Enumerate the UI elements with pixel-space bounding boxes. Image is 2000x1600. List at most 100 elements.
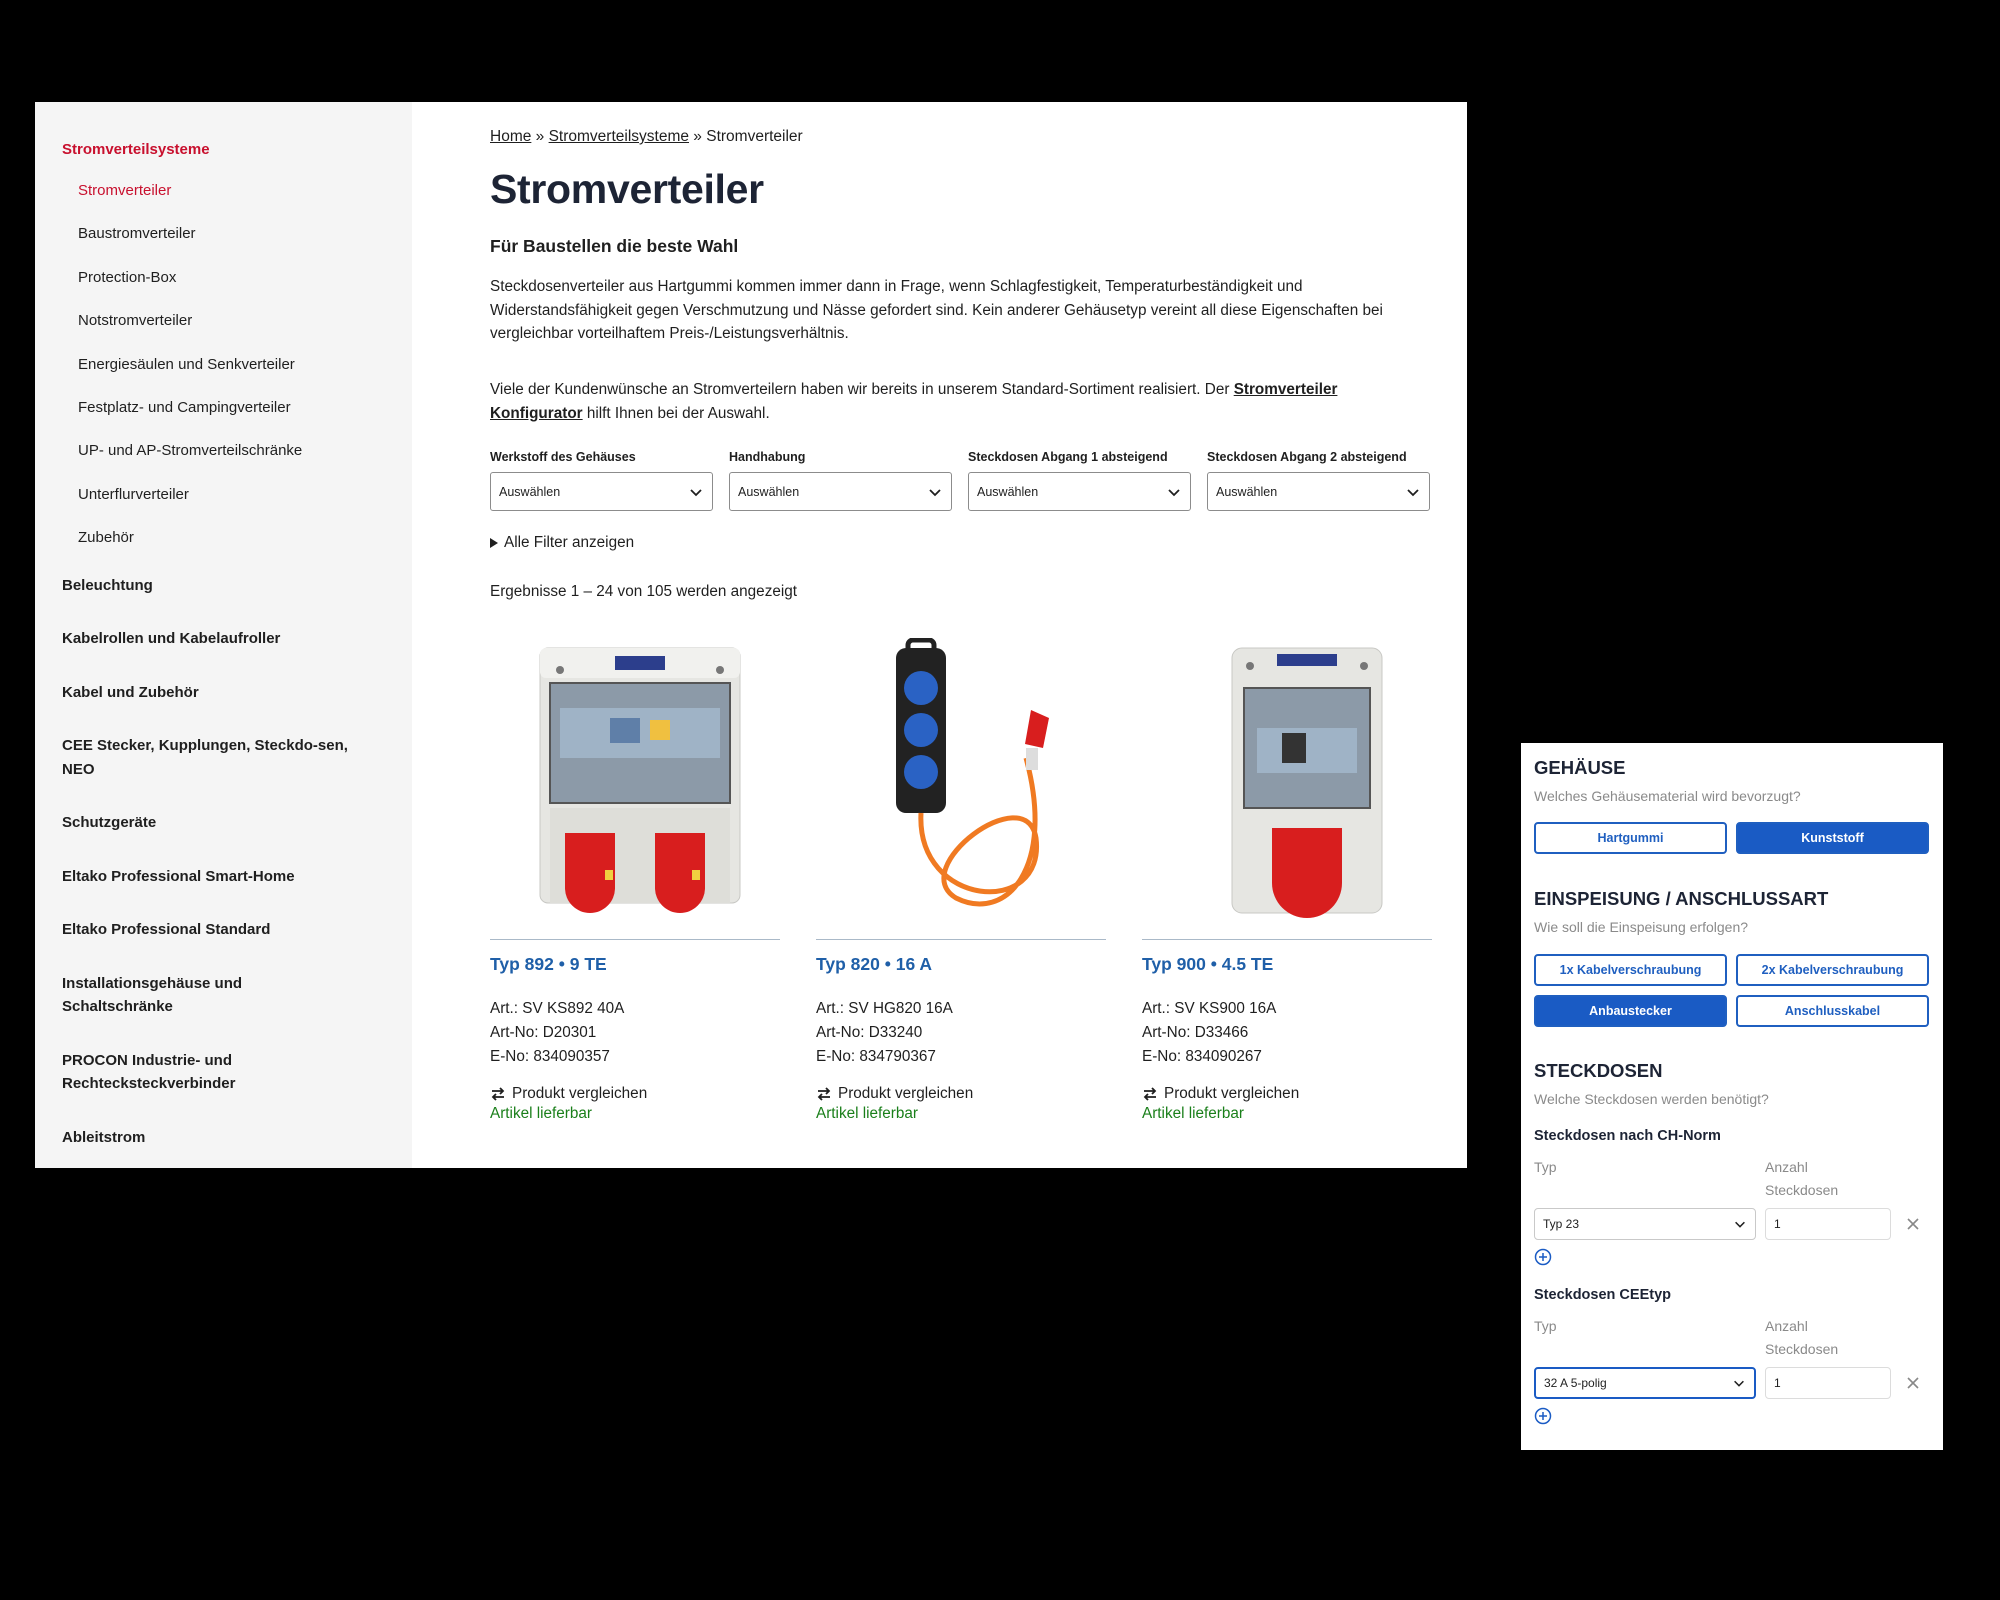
close-icon[interactable] bbox=[1905, 1375, 1921, 1391]
stock-status: Artikel lieferbar bbox=[490, 1105, 593, 1122]
filter-handhabung: Handhabung Auswählen bbox=[729, 450, 952, 511]
filter-abgang-1-select[interactable]: Auswählen bbox=[968, 472, 1191, 511]
configurator-panel: GEHÄUSE Welches Gehäusematerial wird bev… bbox=[1521, 743, 1943, 1450]
sidebar-category-installationsgehaeuse[interactable]: Installationsgehäuse und Schaltschränke bbox=[35, 972, 412, 1019]
close-icon[interactable] bbox=[1905, 1216, 1921, 1232]
product-art: Art.: SV KS892 40A bbox=[490, 1000, 625, 1017]
filter-handhabung-select[interactable]: Auswählen bbox=[729, 472, 952, 511]
disclosure-triangle-icon bbox=[490, 538, 498, 548]
product-art: Art.: SV KS900 16A bbox=[1142, 1000, 1277, 1017]
sidebar-category-schutzgeraete[interactable]: Schutzgeräte bbox=[35, 811, 412, 835]
compare-label: Produkt vergleichen bbox=[838, 1085, 974, 1102]
product-card: Typ 900 • 4.5 TE Art.: SV KS900 16A Art-… bbox=[1142, 626, 1432, 1123]
breadcrumb-separator: » bbox=[531, 128, 549, 145]
chevron-down-icon bbox=[929, 488, 941, 496]
product-image[interactable] bbox=[816, 626, 1106, 940]
filter-abgang-1: Steckdosen Abgang 1 absteigend Auswählen bbox=[968, 450, 1191, 511]
product-card: Typ 892 • 9 TE Art.: SV KS892 40A Art-No… bbox=[490, 626, 780, 1123]
sidebar-category-kabel[interactable]: Kabel und Zubehör bbox=[35, 681, 412, 705]
add-circle-icon[interactable] bbox=[1534, 1248, 1552, 1266]
breadcrumb-separator: » bbox=[689, 128, 707, 145]
chevron-down-icon bbox=[690, 488, 702, 496]
product-art-no: Art-No: D33466 bbox=[1142, 1024, 1249, 1041]
compare-arrows-icon bbox=[817, 1087, 831, 1101]
sidebar-category-kabelrollen[interactable]: Kabelrollen und Kabelaufroller bbox=[35, 627, 412, 651]
feed-question: Wie soll die Einspeisung erfolgen? bbox=[1534, 919, 1749, 935]
housing-hartgummi-button[interactable]: Hartgummi bbox=[1534, 822, 1727, 854]
page-title: Stromverteiler bbox=[490, 166, 764, 212]
sidebar-item-protection-box[interactable]: Protection-Box bbox=[35, 268, 412, 311]
filter-label: Werkstoff des Gehäuses bbox=[490, 450, 636, 464]
product-title-link[interactable]: Typ 892 • 9 TE bbox=[490, 954, 780, 975]
all-filters-toggle[interactable]: Alle Filter anzeigen bbox=[490, 534, 634, 552]
cee-type-select[interactable]: 32 A 5-polig bbox=[1534, 1367, 1756, 1399]
product-e-no: E-No: 834790367 bbox=[816, 1048, 936, 1065]
product-art-no: Art-No: D33240 bbox=[816, 1024, 923, 1041]
sidebar-category-eltako-smart-home[interactable]: Eltako Professional Smart-Home bbox=[35, 865, 412, 889]
product-image[interactable] bbox=[1142, 626, 1432, 940]
filter-select-value: Auswählen bbox=[499, 484, 561, 499]
chevron-down-icon bbox=[1407, 488, 1419, 496]
all-filters-label: Alle Filter anzeigen bbox=[504, 534, 635, 551]
breadcrumb-stromverteilsysteme-link[interactable]: Stromverteilsysteme bbox=[549, 128, 689, 145]
stock-status: Artikel lieferbar bbox=[1142, 1105, 1245, 1122]
feed-1x-kabelverschraubung-button[interactable]: 1x Kabelverschraubung bbox=[1534, 954, 1727, 986]
product-image[interactable] bbox=[490, 626, 780, 940]
distribution-box-image bbox=[1231, 647, 1383, 918]
filter-bar: Werkstoff des Gehäuses Auswählen Handhab… bbox=[490, 450, 1430, 511]
sidebar-item-notstromverteiler[interactable]: Notstromverteiler bbox=[35, 311, 412, 354]
sidebar-category-procon[interactable]: PROCON Industrie- und Rechtecksteckverbi… bbox=[35, 1049, 412, 1096]
compare-label: Produkt vergleichen bbox=[1164, 1085, 1300, 1102]
chevron-down-icon bbox=[1168, 488, 1180, 496]
cee-heading: Steckdosen CEEtyp bbox=[1534, 1287, 1671, 1303]
socket-strip-image bbox=[896, 637, 1049, 906]
sidebar-item-unterflurverteiler[interactable]: Unterflurverteiler bbox=[35, 485, 412, 528]
product-title-link[interactable]: Typ 900 • 4.5 TE bbox=[1142, 954, 1432, 975]
sidebar-item-stromverteiler[interactable]: Stromverteiler bbox=[35, 181, 412, 224]
cee-type-value: 32 A 5-polig bbox=[1544, 1376, 1607, 1390]
results-count: Ergebnisse 1 – 24 von 105 werden angezei… bbox=[490, 583, 798, 600]
feed-anschlusskabel-button[interactable]: Anschlusskabel bbox=[1736, 995, 1929, 1027]
sidebar-category-beleuchtung[interactable]: Beleuchtung bbox=[35, 574, 412, 598]
sidebar-item-zubehoer[interactable]: Zubehör bbox=[35, 528, 412, 571]
category-sidebar: Stromverteilsysteme Stromverteiler Baust… bbox=[35, 102, 412, 1168]
sidebar-sub-list: Stromverteiler Baustromverteiler Protect… bbox=[35, 181, 412, 572]
sidebar-item-festplatz[interactable]: Festplatz- und Campingverteiler bbox=[35, 398, 412, 441]
breadcrumb-home-link[interactable]: Home bbox=[490, 128, 531, 145]
compare-product-link[interactable]: Produkt vergleichen bbox=[490, 1085, 780, 1103]
sidebar-category-ableitstrom[interactable]: Ableitstrom bbox=[35, 1126, 412, 1150]
feed-2x-kabelverschraubung-button[interactable]: 2x Kabelverschraubung bbox=[1736, 954, 1929, 986]
product-meta: Art.: SV KS892 40A Art-No: D20301 E-No: … bbox=[490, 997, 780, 1069]
sidebar-section-stromverteilsysteme[interactable]: Stromverteilsysteme bbox=[35, 138, 412, 161]
sidebar-category-eltako-standard[interactable]: Eltako Professional Standard bbox=[35, 918, 412, 942]
sockets-heading: STECKDOSEN bbox=[1534, 1060, 1663, 1081]
add-circle-icon[interactable] bbox=[1534, 1407, 1552, 1425]
compare-product-link[interactable]: Produkt vergleichen bbox=[816, 1085, 1106, 1103]
breadcrumb-current: Stromverteiler bbox=[706, 128, 803, 145]
compare-product-link[interactable]: Produkt vergleichen bbox=[1142, 1085, 1432, 1103]
feed-anbaustecker-button[interactable]: Anbaustecker bbox=[1534, 995, 1727, 1027]
intro-paragraph: Steckdosenverteiler aus Hartgummi kommen… bbox=[490, 278, 1383, 342]
chevron-down-icon bbox=[1735, 1221, 1745, 1228]
product-title-link[interactable]: Typ 820 • 16 A bbox=[816, 954, 1106, 975]
sidebar-item-up-ap[interactable]: UP- und AP-Stromverteilschränke bbox=[35, 441, 412, 484]
cee-count-label-line: Anzahl bbox=[1765, 1318, 1808, 1334]
filter-label: Handhabung bbox=[729, 450, 806, 464]
compare-arrows-icon bbox=[491, 1087, 505, 1101]
cee-count-label-line: Steckdosen bbox=[1765, 1340, 1839, 1357]
sidebar-item-baustromverteiler[interactable]: Baustromverteiler bbox=[35, 224, 412, 267]
feed-heading: EINSPEISUNG / ANSCHLUSSART bbox=[1534, 888, 1829, 909]
sidebar-item-energiesaeulen[interactable]: Energiesäulen und Senkverteiler bbox=[35, 355, 412, 398]
sidebar-category-cee[interactable]: CEE Stecker, Kupplungen, Steckdo-sen, NE… bbox=[35, 734, 412, 781]
housing-kunststoff-button[interactable]: Kunststoff bbox=[1736, 822, 1929, 854]
filter-abgang-2: Steckdosen Abgang 2 absteigend Auswählen bbox=[1207, 450, 1430, 511]
filter-label: Steckdosen Abgang 1 absteigend bbox=[968, 450, 1168, 464]
product-meta: Art.: SV HG820 16A Art-No: D33240 E-No: … bbox=[816, 997, 1106, 1069]
product-e-no: E-No: 834090267 bbox=[1142, 1048, 1262, 1065]
ch-count-label-line: Steckdosen bbox=[1765, 1181, 1839, 1198]
filter-werkstoff-select[interactable]: Auswählen bbox=[490, 472, 713, 511]
ch-type-select[interactable]: Typ 23 bbox=[1534, 1208, 1756, 1240]
cee-count-input[interactable]: 1 bbox=[1765, 1367, 1891, 1399]
filter-abgang-2-select[interactable]: Auswählen bbox=[1207, 472, 1430, 511]
ch-count-input[interactable]: 1 bbox=[1765, 1208, 1891, 1240]
